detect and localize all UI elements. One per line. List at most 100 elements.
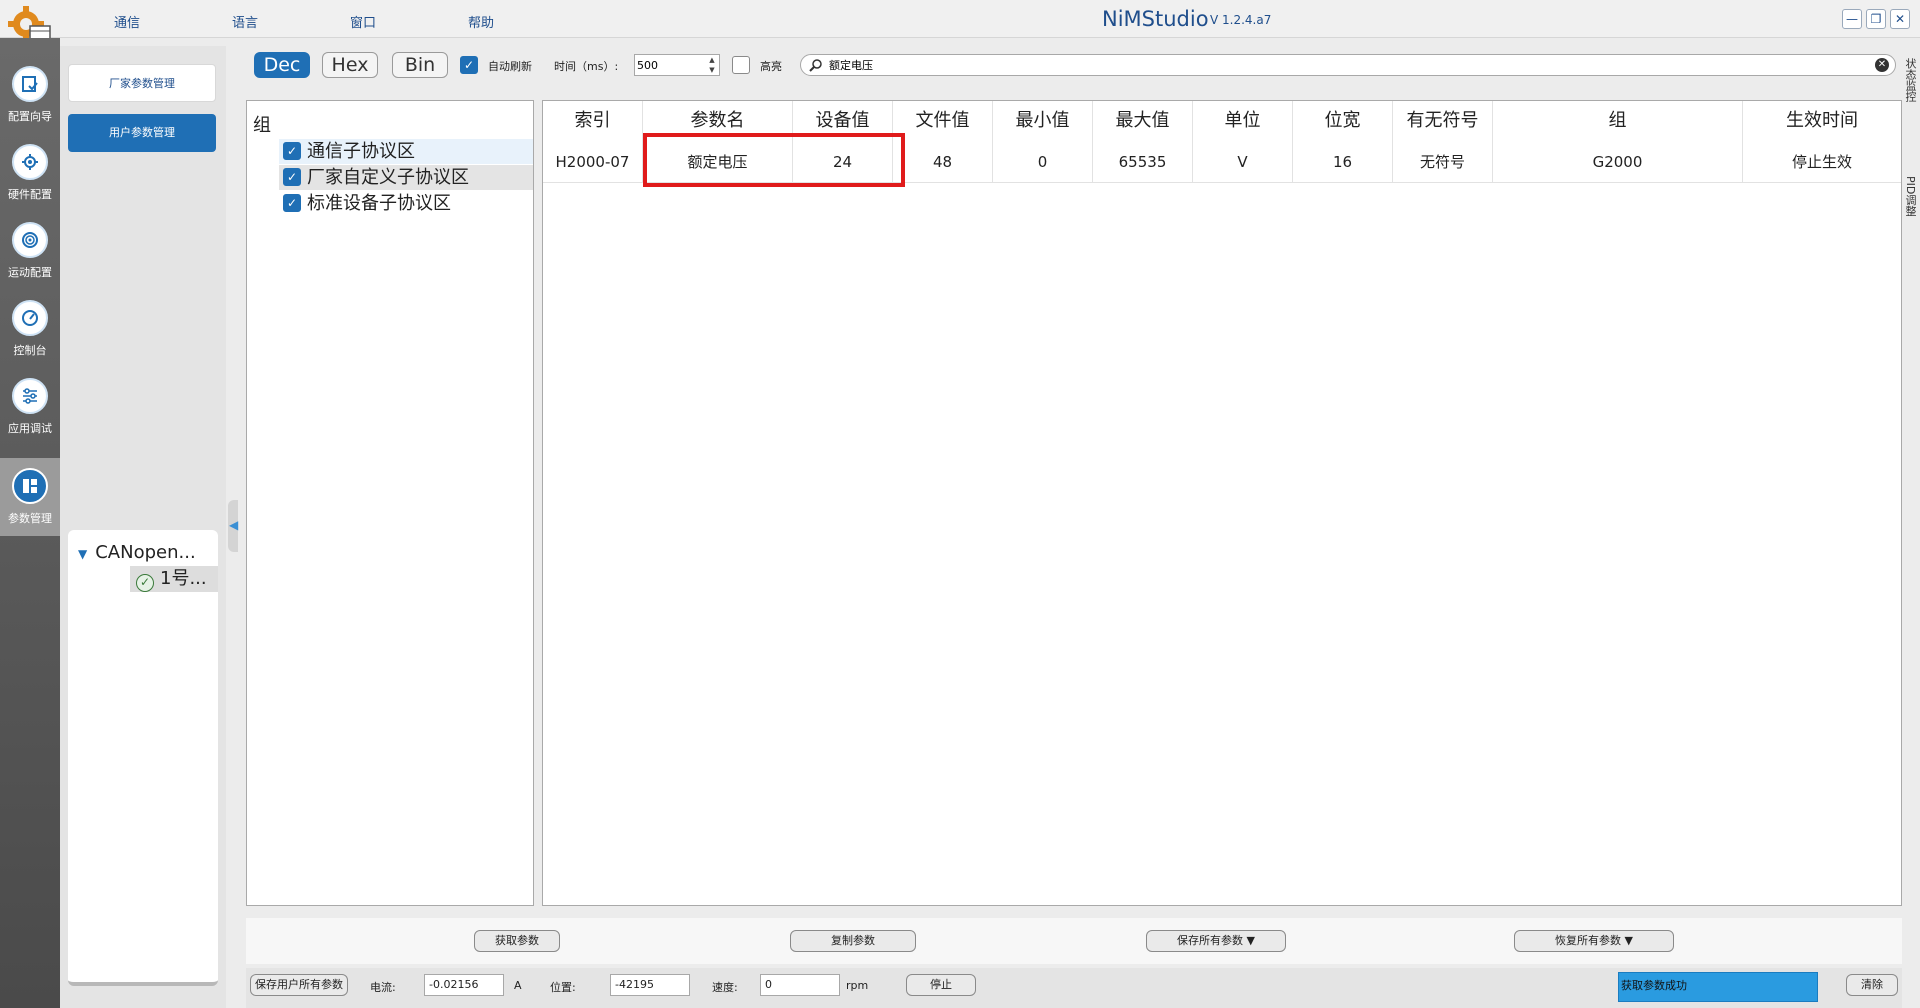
chevron-left-icon: ◀: [229, 518, 239, 532]
restore-icon[interactable]: ❐: [1866, 9, 1886, 29]
menu-window[interactable]: 窗口: [350, 12, 376, 31]
group-label: 厂家自定义子协议区: [307, 167, 469, 188]
table-cell-effect-time[interactable]: 停止生效: [1743, 141, 1901, 183]
clear-button[interactable]: 清除: [1846, 974, 1898, 996]
console-gauge-icon: [12, 300, 48, 336]
tab-status-monitor[interactable]: 状态监控: [1904, 58, 1918, 102]
table-cell-index[interactable]: H2000-07: [543, 141, 643, 183]
base-bin-button[interactable]: Bin: [392, 52, 448, 78]
nav-hardware-config[interactable]: 硬件配置: [0, 134, 60, 212]
menu-communication[interactable]: 通信: [114, 12, 140, 31]
col-header-effect-time[interactable]: 生效时间: [1743, 101, 1901, 141]
nav-label: 控制台: [13, 344, 47, 357]
config-wizard-icon: [12, 66, 48, 102]
group-item-comm[interactable]: ✓ 通信子协议区: [279, 139, 533, 164]
col-header-file-value[interactable]: 文件值: [893, 101, 993, 141]
group-label: 标准设备子协议区: [307, 193, 451, 214]
collapse-panel-handle[interactable]: ◀: [228, 500, 238, 552]
current-unit: A: [514, 979, 522, 992]
group-checkbox[interactable]: ✓: [283, 194, 301, 212]
nav-console[interactable]: 控制台: [0, 290, 60, 368]
nav-config-wizard[interactable]: 配置向导: [0, 56, 60, 134]
col-header-max[interactable]: 最大值: [1093, 101, 1193, 141]
table-cell-bit-width[interactable]: 16: [1293, 141, 1393, 183]
col-header-unit[interactable]: 单位: [1193, 101, 1293, 141]
col-header-bit-width[interactable]: 位宽: [1293, 101, 1393, 141]
restore-all-label: 恢复所有参数: [1555, 934, 1622, 947]
auto-refresh-label: 自动刷新: [488, 60, 532, 73]
param-manage-icon: [12, 468, 48, 504]
dropdown-arrow-icon: ▼: [1246, 934, 1255, 947]
speed-unit: rpm: [846, 979, 869, 992]
nav-param-manage[interactable]: 参数管理: [0, 458, 60, 536]
group-item-vendor[interactable]: ✓ 厂家自定义子协议区: [279, 165, 533, 190]
spin-arrows-icon[interactable]: ▲ ▼: [705, 55, 719, 75]
tree-root-label: CANopen...: [95, 542, 196, 563]
stop-button[interactable]: 停止: [906, 974, 976, 996]
nav-label: 硬件配置: [8, 188, 52, 201]
group-item-standard[interactable]: ✓ 标准设备子协议区: [279, 191, 533, 216]
auto-refresh-checkbox[interactable]: ✓: [460, 56, 478, 74]
position-field: -42195: [610, 974, 690, 996]
tree-child-device[interactable]: ✓ 1号...: [130, 566, 218, 592]
table-cell-file-value[interactable]: 48: [893, 141, 993, 183]
tab-pid-tuning[interactable]: PID调整: [1904, 176, 1918, 216]
check-ok-icon: ✓: [136, 574, 154, 592]
get-params-button[interactable]: 获取参数: [474, 930, 560, 952]
dropdown-arrow-icon: ▼: [1624, 934, 1633, 947]
col-header-min[interactable]: 最小值: [993, 101, 1093, 141]
app-version: V 1.2.4.a7: [1210, 13, 1272, 27]
time-label: 时间（ms）:: [554, 60, 619, 73]
time-input[interactable]: [637, 57, 701, 73]
restore-all-dropdown[interactable]: 恢复所有参数 ▼: [1514, 930, 1674, 952]
base-dec-button[interactable]: Dec: [254, 52, 310, 78]
motion-config-icon: [12, 222, 48, 258]
nav-app-debug[interactable]: 应用调试: [0, 368, 60, 446]
annotation-highlight-box: [643, 133, 905, 187]
group-checkbox[interactable]: ✓: [283, 168, 301, 186]
base-hex-button[interactable]: Hex: [322, 52, 378, 78]
left-nav: 配置向导 硬件配置 运动配置 控制台 应用调试 参数管理: [0, 38, 60, 1008]
group-panel-title: 组: [253, 115, 271, 136]
close-icon[interactable]: ✕: [1890, 9, 1910, 29]
save-user-all-button[interactable]: 保存用户所有参数: [250, 974, 348, 996]
col-header-group[interactable]: 组: [1493, 101, 1743, 141]
col-header-index[interactable]: 索引: [543, 101, 643, 141]
group-panel: 组 ✓ 通信子协议区 ✓ 厂家自定义子协议区 ✓ 标准设备子协议区: [246, 100, 534, 906]
tree-root-canopen[interactable]: ▼ CANopen...: [78, 542, 196, 563]
param-table: 索引 参数名 设备值 文件值 最小值 最大值 单位 位宽 有无符号 组 生效时间…: [542, 100, 1902, 906]
expand-caret-icon[interactable]: ▼: [78, 547, 87, 561]
search-icon: [809, 58, 823, 75]
device-tree: ▼ CANopen... ✓ 1号...: [68, 530, 218, 986]
title-bar: 通信 语言 窗口 帮助 NiMStudio V 1.2.4.a7 — ❐ ✕: [0, 0, 1920, 43]
table-cell-min[interactable]: 0: [993, 141, 1093, 183]
status-bar: 保存用户所有参数 电流: -0.02156 A 位置: -42195 速度: 0…: [246, 968, 1902, 1008]
menu-language[interactable]: 语言: [232, 12, 258, 31]
minimize-icon[interactable]: —: [1842, 9, 1862, 29]
vendor-params-button[interactable]: 厂家参数管理: [68, 64, 216, 102]
nav-label: 配置向导: [8, 110, 52, 123]
tree-child-label: 1号...: [160, 568, 207, 589]
nav-label: 运动配置: [8, 266, 52, 279]
table-cell-unit[interactable]: V: [1193, 141, 1293, 183]
action-bar: 获取参数 复制参数 保存所有参数 ▼ 恢复所有参数 ▼: [246, 918, 1902, 964]
user-params-button[interactable]: 用户参数管理: [68, 114, 216, 152]
status-message: 获取参数成功: [1618, 972, 1818, 1002]
search-box[interactable]: ✕: [800, 54, 1896, 76]
group-label: 通信子协议区: [307, 141, 415, 162]
col-header-signed[interactable]: 有无符号: [1393, 101, 1493, 141]
group-checkbox[interactable]: ✓: [283, 142, 301, 160]
clear-search-icon[interactable]: ✕: [1875, 58, 1889, 72]
table-cell-group[interactable]: G2000: [1493, 141, 1743, 183]
nav-motion-config[interactable]: 运动配置: [0, 212, 60, 290]
hardware-config-icon: [12, 144, 48, 180]
search-input[interactable]: [829, 57, 1829, 73]
table-cell-max[interactable]: 65535: [1093, 141, 1193, 183]
toolbar: Dec Hex Bin ✓ 自动刷新 时间（ms）: ▲▼ 高亮 ✕: [246, 46, 1896, 84]
menu-help[interactable]: 帮助: [468, 12, 494, 31]
time-spinbox[interactable]: ▲▼: [634, 54, 720, 76]
copy-params-button[interactable]: 复制参数: [790, 930, 916, 952]
highlight-checkbox[interactable]: [732, 56, 750, 74]
table-cell-signed[interactable]: 无符号: [1393, 141, 1493, 183]
save-all-dropdown[interactable]: 保存所有参数 ▼: [1146, 930, 1286, 952]
